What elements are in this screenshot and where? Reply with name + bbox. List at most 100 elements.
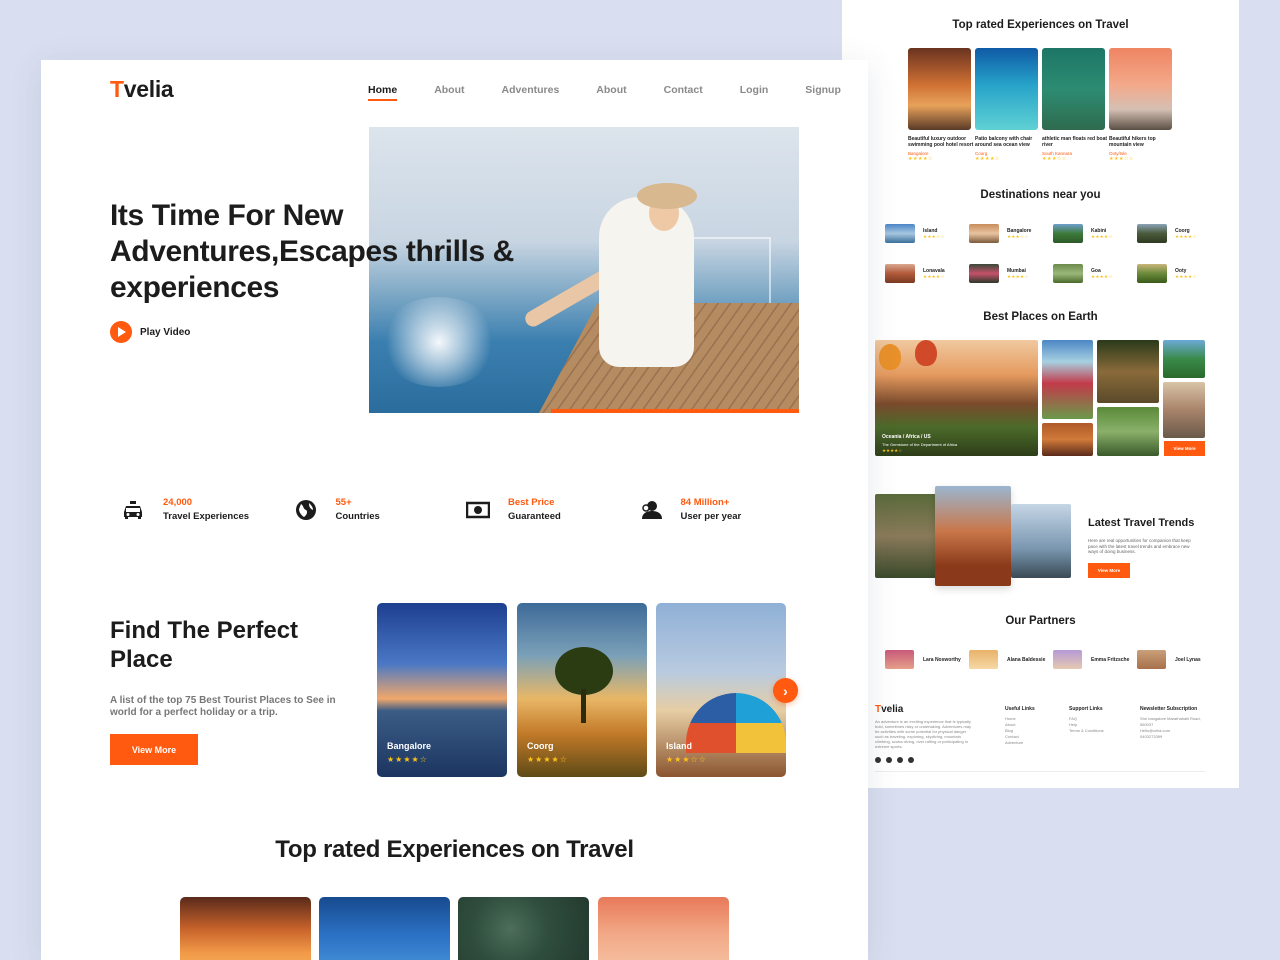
nav-signup[interactable]: Signup — [805, 84, 841, 96]
best-place-tile[interactable] — [1097, 407, 1159, 456]
best-place-tile[interactable] — [1163, 340, 1205, 378]
partner-name: Alana Baldessie — [1007, 656, 1046, 663]
water-splash — [379, 297, 499, 387]
stat-label: Guaranteed — [508, 511, 561, 522]
nav-login[interactable]: Login — [740, 84, 769, 96]
destination-thumb — [1137, 224, 1167, 243]
partner-item[interactable]: Alana Baldessie — [969, 650, 1045, 669]
destination-stars: ★★★★☆ — [1091, 273, 1113, 279]
place-name: Island — [666, 741, 693, 751]
trend-image-2 — [935, 486, 1011, 586]
footer-logo[interactable]: Tvelia — [875, 704, 903, 715]
avatar — [1053, 650, 1082, 669]
stat-value: Best Price — [508, 497, 555, 508]
stat-value: 24,000 — [163, 497, 193, 508]
latest-trends-desc: Here are real opportunities for companio… — [1088, 538, 1191, 554]
play-icon[interactable] — [110, 321, 132, 343]
destination-item[interactable]: Bangalore ★★★☆☆ — [969, 224, 1031, 243]
best-place-tile[interactable] — [1042, 423, 1093, 456]
best-place-stars: ★★★★☆ — [882, 448, 903, 453]
place-card-coorg[interactable]: Coorg ★★★★☆ — [517, 603, 647, 777]
destination-item[interactable]: Island ★★★☆☆ — [885, 224, 945, 243]
find-section-title: Find The Perfect Place — [110, 617, 299, 673]
stat-item: 24,000 Travel Experiences — [121, 497, 294, 522]
partner-item[interactable]: Lara Nosworthy — [885, 650, 961, 669]
nav-contact[interactable]: Contact — [664, 84, 703, 96]
top-rated-card-4[interactable] — [1109, 48, 1172, 130]
stat-item: Best Price Guaranteed — [466, 497, 639, 522]
destination-thumb — [969, 224, 999, 243]
play-video-label: Play Video — [140, 326, 191, 338]
place-name: Bangalore — [387, 741, 432, 751]
top-rated-stars-3: ★★★☆☆ — [1042, 156, 1067, 162]
avatar — [969, 650, 998, 669]
destination-item[interactable]: Ooty ★★★★☆ — [1137, 264, 1197, 283]
balloon-shape — [879, 344, 901, 370]
partners-title: Our Partners — [1005, 615, 1076, 627]
avatar — [1137, 650, 1166, 669]
top-rated-title: Top rated Experiences on Travel — [275, 836, 634, 863]
footer-divider — [875, 771, 1205, 772]
footer-support-links: Support Links FAQ Help Terms & Condition… — [1069, 706, 1104, 733]
top-rated-card-resort[interactable] — [180, 897, 311, 960]
view-more-button[interactable]: View More — [110, 734, 198, 765]
trends-view-more-button[interactable]: View More — [1088, 563, 1130, 578]
top-rated-card-3[interactable] — [1042, 48, 1105, 130]
place-stars: ★★★★☆ — [527, 755, 568, 764]
nav-home[interactable]: Home — [368, 84, 398, 101]
best-place-tile[interactable] — [1042, 340, 1093, 419]
straw-hat — [637, 183, 697, 209]
hero-title: Its Time For New Adventures,Escapes thri… — [110, 199, 514, 304]
destination-item[interactable]: Coorg ★★★★☆ — [1137, 224, 1197, 243]
destination-item[interactable]: Goa ★★★★☆ — [1053, 264, 1113, 283]
nav-about[interactable]: About — [434, 84, 464, 96]
destination-stars: ★★★★☆ — [1175, 233, 1197, 239]
destination-name: Mumbai — [1007, 267, 1026, 274]
best-places-title: Best Places on Earth — [983, 311, 1098, 323]
place-card-island[interactable]: Island ★★★☆☆ — [656, 603, 786, 777]
facebook-icon[interactable] — [875, 757, 881, 763]
destination-thumb — [885, 264, 915, 283]
top-rated-card-kayak[interactable] — [458, 897, 589, 960]
top-rated-card-hiker[interactable] — [598, 897, 729, 960]
destination-stars: ★★★★☆ — [1007, 273, 1029, 279]
top-rated-stars-2: ★★★★☆ — [975, 156, 1000, 162]
trend-image-3 — [1011, 504, 1071, 578]
destination-item[interactable]: Lonavala ★★★★☆ — [885, 264, 945, 283]
destination-stars: ★★★☆☆ — [923, 233, 945, 239]
top-rated-stars-1: ★★★★☆ — [908, 156, 933, 162]
stats-row: 24,000 Travel Experiences 55+ Countries Be… — [121, 497, 811, 522]
stat-value: 84 Million+ — [680, 497, 730, 508]
tent-shape — [686, 693, 786, 753]
brand-logo[interactable]: Tvelia — [110, 76, 174, 103]
best-place-tile[interactable] — [1163, 382, 1205, 438]
best-places-view-more-button[interactable]: View More — [1164, 441, 1205, 456]
destinations-near-title: Destinations near you — [980, 189, 1101, 201]
destination-thumb — [1053, 224, 1083, 243]
best-place-caption: Oceania / Africa / US — [882, 434, 931, 440]
destination-item[interactable]: Mumbai ★★★★☆ — [969, 264, 1029, 283]
stat-label: Travel Experiences — [163, 511, 250, 522]
partner-name: Emma Fritzsche — [1091, 656, 1130, 663]
best-place-tile[interactable] — [1097, 340, 1159, 403]
place-stars: ★★★★☆ — [387, 755, 428, 764]
partner-name: Lara Nosworthy — [923, 656, 961, 663]
nav-adventures[interactable]: Adventures — [502, 84, 560, 96]
next-arrow-icon[interactable]: › — [773, 678, 798, 703]
latest-trends-title: Latest Travel Trends — [1088, 517, 1195, 529]
nav-about-2[interactable]: About — [596, 84, 626, 96]
stat-item: 55+ Countries — [294, 497, 467, 522]
pinterest-icon[interactable] — [908, 757, 914, 763]
play-video-button[interactable]: Play Video — [110, 321, 190, 343]
top-rated-card-2[interactable] — [975, 48, 1038, 130]
twitter-icon[interactable] — [897, 757, 903, 763]
partner-item[interactable]: Emma Fritzsche — [1053, 650, 1129, 669]
partner-item[interactable]: Joel Lynas — [1137, 650, 1201, 669]
main-nav: Home About Adventures About Contact Logi… — [368, 84, 841, 101]
place-card-bangalore[interactable]: Bangalore ★★★★☆ — [377, 603, 507, 777]
google-icon[interactable] — [886, 757, 892, 763]
top-rated-card-1[interactable] — [908, 48, 971, 130]
social-links — [875, 757, 914, 763]
top-rated-card-balcony[interactable] — [319, 897, 450, 960]
destination-item[interactable]: Kabini ★★★★☆ — [1053, 224, 1113, 243]
